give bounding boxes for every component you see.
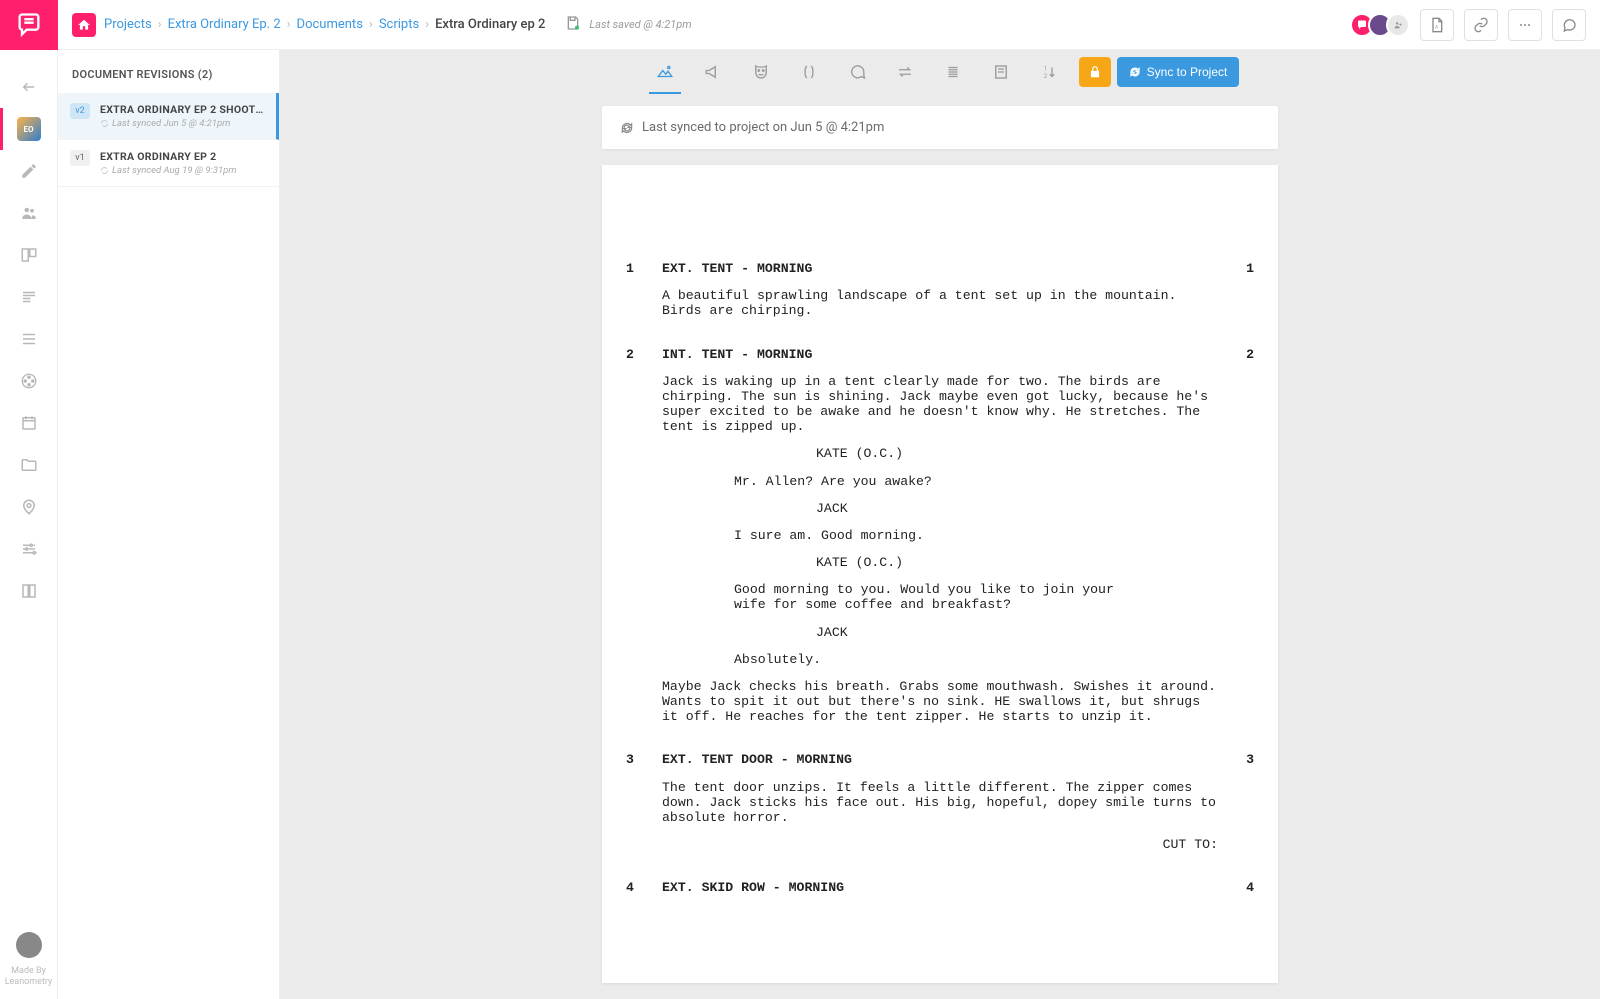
rail-back[interactable] — [0, 66, 58, 108]
tool-reorder-icon[interactable]: 12 — [1025, 54, 1073, 90]
chat-button[interactable] — [1552, 9, 1586, 41]
script-page[interactable]: 1EXT. TENT - MORNING1 A beautiful sprawli… — [602, 165, 1278, 983]
svg-text:2: 2 — [1043, 73, 1047, 80]
revision-title: EXTRA ORDINARY EP 2 SHOOTIN... — [100, 103, 264, 116]
toolstrip: 12 Sync to Project — [280, 50, 1600, 90]
rail-reel[interactable] — [0, 360, 58, 402]
revision-title: EXTRA ORDINARY EP 2 — [100, 150, 267, 163]
rail-location[interactable] — [0, 486, 58, 528]
rail-folder[interactable] — [0, 444, 58, 486]
action-block: Maybe Jack checks his breath. Grabs some… — [662, 679, 1218, 725]
save-icon — [565, 15, 581, 35]
dialogue-line: I sure am. Good morning. — [662, 528, 1218, 543]
revisions-header: DOCUMENT REVISIONS (2) — [58, 50, 279, 93]
scene: 2INT. TENT - MORNING2 Jack is waking up i… — [662, 347, 1218, 725]
home-button[interactable] — [72, 13, 96, 37]
action-block: A beautiful sprawling landscape of a ten… — [662, 288, 1218, 318]
tool-lines-icon[interactable] — [929, 54, 977, 90]
lock-button[interactable] — [1079, 57, 1111, 87]
rail-docs[interactable] — [0, 570, 58, 612]
rail-calendar[interactable] — [0, 402, 58, 444]
revision-item[interactable]: v1 EXTRA ORDINARY EP 2 Last synced Aug 19 … — [58, 140, 279, 187]
breadcrumb-link[interactable]: Documents — [297, 17, 363, 32]
tool-note-icon[interactable] — [977, 54, 1025, 90]
action-block: Jack is waking up in a tent clearly made… — [662, 374, 1218, 435]
breadcrumb-current: Extra Ordinary ep 2 — [435, 17, 545, 32]
dialogue-line: Absolutely. — [662, 652, 1218, 667]
tool-mask-icon[interactable] — [737, 54, 785, 90]
breadcrumb-link[interactable]: Extra Ordinary Ep. 2 — [168, 17, 281, 32]
character-cue: JACK — [662, 625, 1218, 640]
tool-transition-icon[interactable] — [881, 54, 929, 90]
revision-item[interactable]: v2 EXTRA ORDINARY EP 2 SHOOTIN... Last syn… — [58, 93, 279, 140]
revision-meta: Last synced Aug 19 @ 9:31pm — [100, 165, 267, 176]
sync-to-project-button[interactable]: Sync to Project — [1117, 57, 1240, 87]
breadcrumb: Projects › Extra Ordinary Ep. 2 › Documents ›… — [104, 17, 545, 32]
save-status: Last saved @ 4:21pm — [589, 18, 691, 31]
revision-badge: v2 — [70, 103, 90, 119]
rail-strips[interactable] — [0, 276, 58, 318]
revision-badge: v1 — [70, 150, 90, 166]
last-synced-bar: Last synced to project on Jun 5 @ 4:21pm — [602, 106, 1278, 149]
left-rail: EO Made By Leanometry — [0, 0, 58, 999]
tool-parenthetical-icon[interactable] — [785, 54, 833, 90]
character-cue: KATE (O.C.) — [662, 555, 1218, 570]
rail-people[interactable] — [0, 192, 58, 234]
scene: 1EXT. TENT - MORNING1 A beautiful sprawli… — [662, 261, 1218, 319]
breadcrumb-link[interactable]: Scripts — [379, 17, 419, 32]
transition: CUT TO: — [662, 837, 1218, 852]
editor-area: 12 Sync to Project Last synced to projec… — [280, 50, 1600, 999]
svg-text:A: A — [1435, 24, 1438, 30]
chevron-right-icon: › — [287, 17, 291, 32]
scene: 3EXT. TENT DOOR - MORNING3 The tent door … — [662, 752, 1218, 852]
action-block: The tent door unzips. It feels a little … — [662, 780, 1218, 826]
revisions-panel: DOCUMENT REVISIONS (2) v2 EXTRA ORDINARY … — [58, 50, 280, 999]
chevron-right-icon: › — [425, 17, 429, 32]
revision-meta: Last synced Jun 5 @ 4:21pm — [100, 118, 264, 129]
collaborator-avatars[interactable] — [1356, 13, 1410, 37]
top-header: Projects › Extra Ordinary Ep. 2 › Documents ›… — [58, 0, 1600, 50]
character-cue: JACK — [662, 501, 1218, 516]
rail-edit[interactable] — [0, 150, 58, 192]
scene-heading: 3EXT. TENT DOOR - MORNING3 — [662, 752, 1218, 767]
scene-heading: 1EXT. TENT - MORNING1 — [662, 261, 1218, 276]
scene-heading: 4EXT. SKID ROW - MORNING4 — [662, 880, 1218, 895]
avatar-add[interactable] — [1386, 13, 1410, 37]
rail-list[interactable] — [0, 318, 58, 360]
scene: 4EXT. SKID ROW - MORNING4 — [662, 880, 1218, 895]
rail-credit: Made By Leanometry — [5, 966, 53, 989]
chevron-right-icon: › — [369, 17, 373, 32]
export-pdf-button[interactable]: A — [1420, 9, 1454, 41]
rail-sliders[interactable] — [0, 528, 58, 570]
svg-text:1: 1 — [1043, 66, 1046, 73]
rail-user-avatar[interactable] — [16, 932, 42, 958]
link-button[interactable] — [1464, 9, 1498, 41]
chevron-right-icon: › — [158, 17, 162, 32]
dialogue-line: Mr. Allen? Are you awake? — [662, 474, 1218, 489]
rail-project-thumb[interactable]: EO — [0, 108, 58, 150]
scene-heading: 2INT. TENT - MORNING2 — [662, 347, 1218, 362]
tool-announce-icon[interactable] — [689, 54, 737, 90]
character-cue: KATE (O.C.) — [662, 446, 1218, 461]
dialogue-line: Good morning to you. Would you like to j… — [662, 582, 1218, 612]
rail-boards[interactable] — [0, 234, 58, 276]
app-logo[interactable] — [0, 0, 58, 50]
tool-scenery-icon[interactable] — [641, 54, 689, 90]
more-button[interactable] — [1508, 9, 1542, 41]
breadcrumb-link[interactable]: Projects — [104, 17, 152, 32]
tool-dialogue-icon[interactable] — [833, 54, 881, 90]
